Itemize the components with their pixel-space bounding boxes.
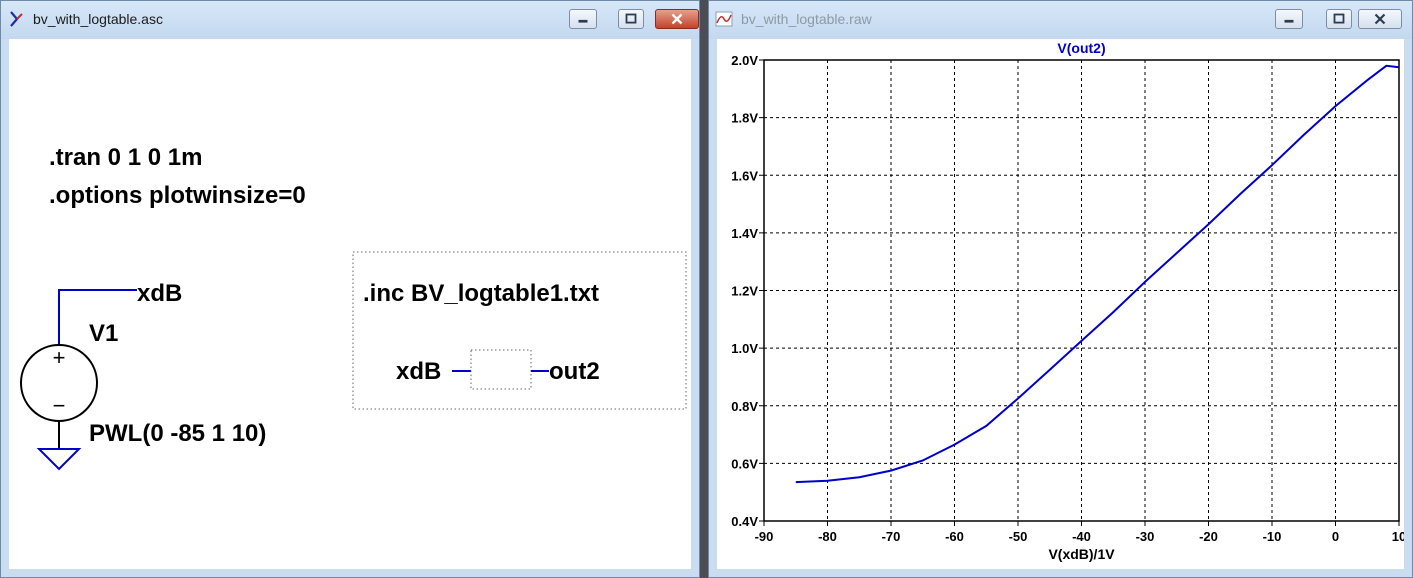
minimize-icon: [578, 19, 588, 23]
schematic-drawing[interactable]: .tran 0 1 0 1m .options plotwinsize=0 xd…: [9, 39, 691, 569]
plot-grid: [764, 60, 1399, 521]
schematic-title-bar[interactable]: bv_with_logtable.asc: [1, 1, 699, 39]
x-tick-label: -60: [945, 529, 964, 544]
x-tick-label: -70: [882, 529, 901, 544]
window-title: bv_with_logtable.asc: [33, 11, 163, 27]
window-title: bv_with_logtable.raw: [741, 11, 872, 27]
ltspice-schematic-icon: [10, 11, 23, 27]
net-label-xdb-input[interactable]: xdB: [396, 358, 441, 385]
y-tick-label: 0.6V: [731, 456, 758, 471]
minimize-button[interactable]: [1275, 9, 1303, 29]
maximize-icon: [1333, 13, 1345, 24]
x-tick-label: -30: [1136, 529, 1155, 544]
net-label-xdb[interactable]: xdB: [137, 280, 182, 307]
minimize-icon: [1284, 19, 1294, 23]
x-axis-label[interactable]: V(xdB)/1V: [1048, 546, 1115, 562]
x-tick-label: -80: [818, 529, 837, 544]
y-tick-label: 1.2V: [731, 284, 758, 299]
schematic-window[interactable]: bv_with_logtable.asc .tran 0 1 0 1m .opt…: [0, 0, 700, 578]
plot-title[interactable]: V(out2): [1057, 40, 1105, 56]
options-directive[interactable]: .options plotwinsize=0: [49, 182, 306, 209]
y-tick-label: 1.0V: [731, 341, 758, 356]
x-tick-label: -40: [1072, 529, 1091, 544]
close-button[interactable]: [1358, 9, 1402, 29]
y-tick-label: 2.0V: [731, 53, 758, 68]
source-value-label[interactable]: PWL(0 -85 1 10): [89, 420, 266, 447]
x-tick-label: 0: [1332, 529, 1339, 544]
tran-directive[interactable]: .tran 0 1 0 1m: [49, 144, 202, 171]
waveform-viewer-icon: [715, 11, 733, 27]
trace-v-out2[interactable]: [795, 64, 1400, 484]
x-tick-label: -90: [755, 529, 774, 544]
y-tick-label: 0.4V: [731, 514, 758, 529]
net-label-out2[interactable]: out2: [549, 358, 600, 385]
waveform-window[interactable]: bv_with_logtable.raw V(out2) -90 -80 -70 -6…: [708, 0, 1413, 578]
y-tick-label: 0.8V: [731, 399, 758, 414]
x-tick-label: -50: [1009, 529, 1028, 544]
ground-symbol[interactable]: [36, 448, 82, 471]
close-button[interactable]: [655, 9, 699, 29]
close-icon: [671, 13, 683, 25]
include-directive-box[interactable]: [352, 251, 687, 410]
source-minus-symbol: −: [53, 393, 66, 418]
waveform-plot[interactable]: V(out2) -90 -80 -70 -60 -50 -40 -30 -20 -10 0 10 0.…: [717, 39, 1404, 569]
plot-axis-ticks: -90 -80 -70 -60 -50 -40 -30 -20 -10 0 10 0.4V 0.6V 0.…: [731, 53, 1404, 544]
source-plus-symbol: +: [53, 345, 66, 370]
y-tick-label: 1.6V: [731, 168, 758, 183]
x-tick-label: -20: [1199, 529, 1218, 544]
close-icon: [1374, 13, 1386, 25]
maximize-button[interactable]: [1326, 9, 1352, 29]
source-ref-label[interactable]: V1: [89, 320, 118, 347]
behavioral-source-box[interactable]: [470, 349, 532, 390]
waveform-pane[interactable]: V(out2) -90 -80 -70 -60 -50 -40 -30 -20 -10 0 10 0.…: [717, 39, 1404, 569]
maximize-button[interactable]: [618, 9, 644, 29]
x-tick-label: 10: [1392, 529, 1404, 544]
schematic-canvas[interactable]: .tran 0 1 0 1m .options plotwinsize=0 xd…: [9, 39, 691, 569]
y-tick-label: 1.4V: [731, 226, 758, 241]
y-tick-label: 1.8V: [731, 111, 758, 126]
maximize-icon: [625, 13, 637, 24]
include-directive[interactable]: .inc BV_logtable1.txt: [363, 280, 599, 307]
x-tick-label: -10: [1263, 529, 1282, 544]
minimize-button[interactable]: [569, 9, 597, 29]
waveform-title-bar[interactable]: bv_with_logtable.raw: [709, 1, 1412, 39]
